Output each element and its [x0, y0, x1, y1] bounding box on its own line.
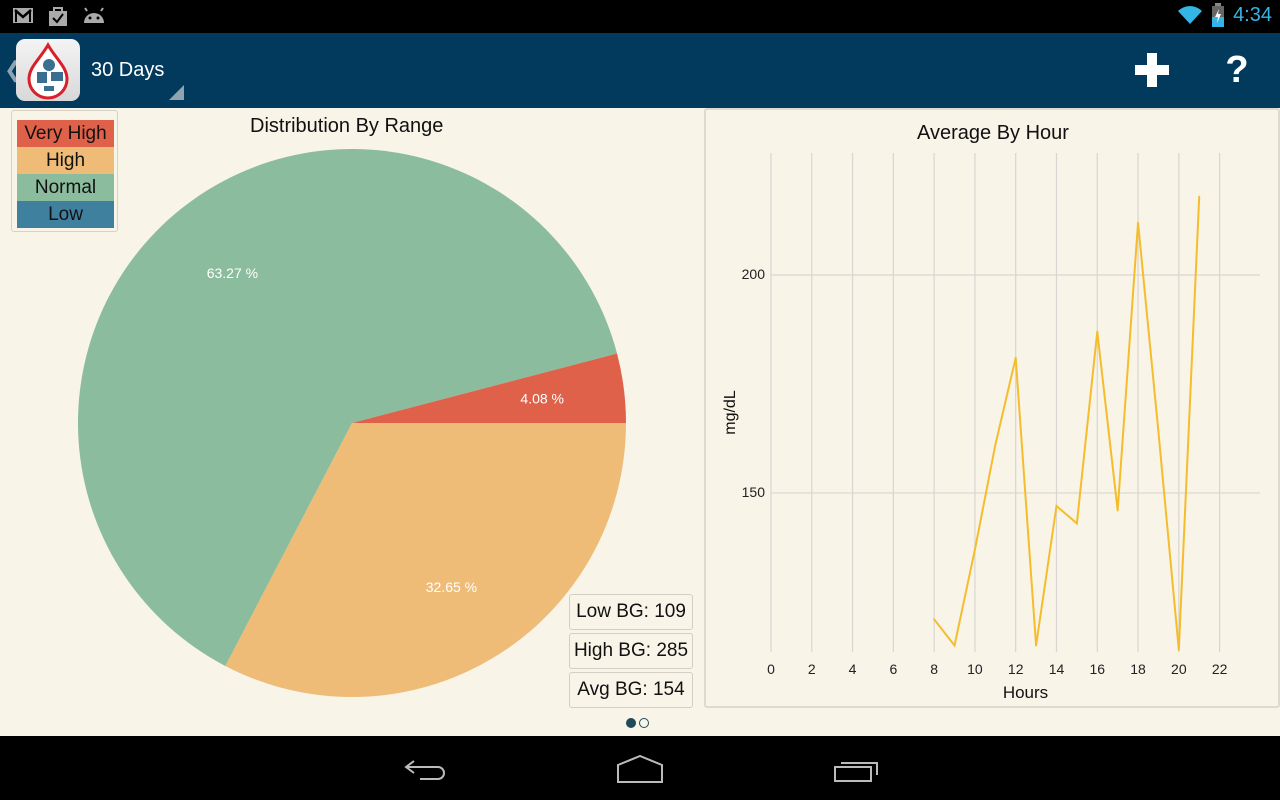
y-axis-label: mg/dL — [722, 390, 739, 435]
data-point — [1198, 195, 1201, 198]
back-button[interactable] — [394, 750, 454, 790]
home-icon — [617, 755, 663, 783]
x-tick-label: 2 — [808, 661, 816, 677]
data-point — [1035, 644, 1038, 647]
data-point — [1137, 221, 1140, 224]
x-tick-label: 0 — [767, 661, 775, 677]
clock: 4:34 — [1233, 3, 1272, 26]
data-point — [1096, 330, 1099, 333]
spinner-triangle-icon — [169, 85, 184, 100]
legend-item-normal: Normal — [17, 174, 114, 201]
avg-bg-stat: Avg BG: 154 — [569, 672, 693, 708]
x-tick-label: 16 — [1089, 661, 1105, 677]
pie-legend: Very High High Normal Low — [11, 110, 118, 232]
action-bar: ❮ 30 Days ? — [0, 33, 1280, 108]
data-point — [973, 548, 976, 551]
legend-item-low: Low — [17, 201, 114, 228]
period-spinner[interactable]: 30 Days — [91, 59, 164, 82]
task-bag-icon — [49, 7, 67, 26]
line-chart: Average By Hour 0 2 4 6 8 10 12 14 16 18 20 22 150 200… — [722, 122, 1260, 702]
pie-label-very-high: 4.08 % — [520, 390, 564, 406]
x-axis-label: Hours — [1003, 683, 1048, 702]
x-tick-label: 12 — [1008, 661, 1024, 677]
blood-drop-app-icon[interactable] — [16, 39, 80, 101]
legend-item-very-high: Very High — [17, 120, 114, 147]
page-indicator — [626, 718, 649, 728]
pie-label-normal: 63.27 % — [207, 265, 258, 281]
add-button[interactable] — [1127, 45, 1177, 95]
page-dot-inactive[interactable] — [639, 718, 649, 728]
x-tick-label: 14 — [1049, 661, 1065, 677]
line-chart-panel: Average By Hour 0 2 4 6 8 10 12 14 16 18 20 22 150 200… — [704, 108, 1280, 708]
line-chart-title: Average By Hour — [917, 122, 1069, 144]
data-point — [1157, 430, 1160, 433]
series-line — [933, 196, 1201, 650]
x-tick-label: 6 — [889, 661, 897, 677]
data-point — [1055, 505, 1058, 508]
data-point — [953, 644, 956, 647]
gmail-icon — [13, 8, 33, 23]
x-tick-label: 4 — [849, 661, 857, 677]
x-tick-label: 10 — [967, 661, 983, 677]
wifi-icon — [1178, 6, 1203, 24]
page-dot-active[interactable] — [626, 718, 636, 728]
pie-chart-title: Distribution By Range — [250, 115, 444, 137]
data-point — [933, 618, 936, 621]
home-button[interactable] — [610, 750, 670, 790]
battery-charging-icon — [1212, 3, 1225, 27]
recent-apps-button[interactable] — [826, 750, 886, 790]
pie-label-high: 32.65 % — [426, 579, 477, 595]
navigation-bar — [0, 736, 1280, 800]
question-icon: ? — [1225, 48, 1249, 91]
x-tick-label: 22 — [1212, 661, 1228, 677]
plus-icon — [1135, 53, 1169, 87]
data-point — [1075, 522, 1078, 525]
y-tick-label: 200 — [742, 266, 766, 282]
x-tick-label: 20 — [1171, 661, 1187, 677]
high-bg-stat: High BG: 285 — [569, 633, 693, 669]
low-bg-stat: Low BG: 109 — [569, 594, 693, 630]
data-point — [994, 443, 997, 446]
back-icon — [404, 760, 445, 780]
recent-apps-icon — [834, 762, 878, 782]
data-point — [1177, 648, 1180, 651]
y-tick-label: 150 — [742, 484, 766, 500]
status-bar: 4:34 — [0, 0, 1280, 33]
android-icon — [84, 7, 104, 23]
data-point — [1116, 509, 1119, 512]
x-tick-label: 8 — [930, 661, 938, 677]
dashboard-content: 32.65 % 63.27 % 4.08 % Very High High Norm… — [0, 108, 1280, 736]
data-point — [1014, 356, 1017, 359]
help-button[interactable]: ? — [1212, 45, 1262, 95]
x-tick-label: 18 — [1130, 661, 1146, 677]
legend-item-high: High — [17, 147, 114, 174]
